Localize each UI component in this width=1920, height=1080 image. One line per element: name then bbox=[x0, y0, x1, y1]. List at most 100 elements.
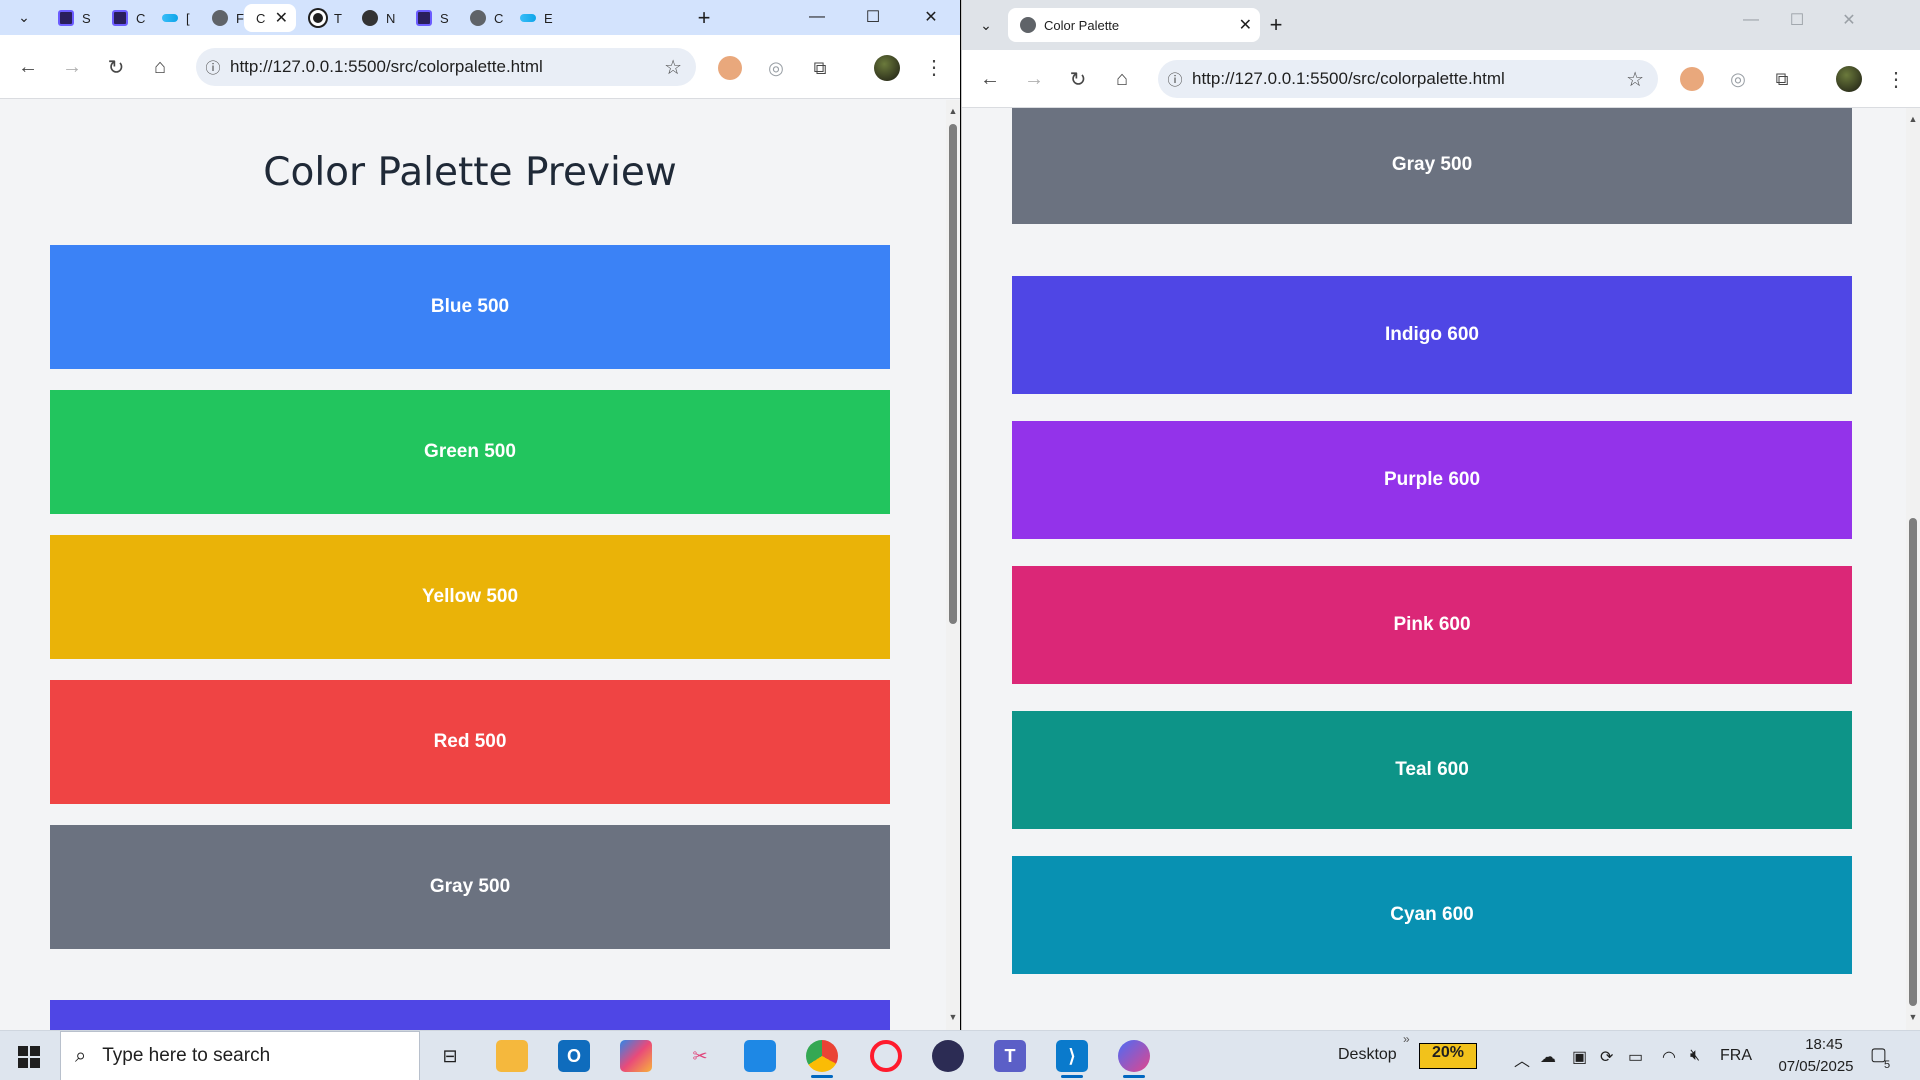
bookmark-star-icon[interactable]: ☆ bbox=[1626, 67, 1644, 92]
teams-icon[interactable]: T bbox=[994, 1040, 1026, 1072]
scroll-down-arrow-icon[interactable]: ▼ bbox=[948, 1012, 958, 1022]
reload-icon[interactable]: ↻ bbox=[1062, 63, 1094, 95]
close-tab-icon[interactable]: ✕ bbox=[1239, 15, 1252, 35]
extension-face-icon[interactable] bbox=[718, 56, 742, 80]
back-arrow-icon[interactable]: ← bbox=[974, 63, 1006, 95]
address-bar[interactable]: ⓘ http://127.0.0.1:5500/src/colorpalette… bbox=[196, 48, 696, 86]
page-title: Color Palette Preview bbox=[263, 150, 677, 195]
extension-face-icon[interactable] bbox=[1680, 67, 1704, 91]
browser-tab-active[interactable]: C ✕ bbox=[244, 4, 296, 32]
globe-icon bbox=[212, 10, 228, 26]
new-tab-button[interactable]: + bbox=[1262, 11, 1290, 39]
page-content: Gray 500 Indigo 600 Purple 600 Pink 600 Teal… bbox=[962, 108, 1920, 1030]
scroll-up-arrow-icon[interactable]: ▲ bbox=[1908, 114, 1918, 124]
back-arrow-icon[interactable]: ← bbox=[12, 51, 44, 83]
color-swatch: Cyan 600 bbox=[1012, 856, 1852, 974]
clock-time[interactable]: 18:45 bbox=[1784, 1036, 1864, 1053]
wifi-icon[interactable]: ◠ bbox=[1662, 1047, 1676, 1067]
site-info-icon[interactable]: ⓘ bbox=[1158, 69, 1192, 90]
tab-label: T bbox=[334, 10, 342, 26]
battery-icon[interactable]: ▭ bbox=[1628, 1047, 1643, 1067]
swatch-label: Cyan 600 bbox=[1390, 904, 1474, 925]
tab-search-button[interactable]: ⌄ bbox=[972, 11, 1000, 39]
volume-muted-icon[interactable]: 🔇︎ bbox=[1690, 1047, 1700, 1065]
snipping-tool-icon[interactable]: ✂ bbox=[684, 1040, 716, 1072]
minimize-button[interactable]: — bbox=[794, 0, 840, 33]
battery-percent-widget[interactable]: 20% bbox=[1419, 1043, 1477, 1069]
extension-gray-icon[interactable]: ◎ bbox=[1726, 67, 1750, 91]
color-swatch: Purple 600 bbox=[1012, 421, 1852, 539]
tab-title: Color Palette bbox=[1044, 17, 1120, 33]
windows-start-icon[interactable] bbox=[18, 1046, 40, 1068]
close-window-button[interactable]: ✕ bbox=[1826, 0, 1872, 40]
taskbar-search-box[interactable]: ⌕ Type here to search bbox=[60, 1031, 420, 1080]
browser-tab[interactable]: S bbox=[404, 4, 466, 32]
copilot-icon[interactable] bbox=[1118, 1040, 1150, 1072]
task-view-icon[interactable]: ⊟ bbox=[434, 1040, 466, 1072]
extensions-puzzle-icon[interactable]: ⧉ bbox=[808, 56, 832, 80]
profile-avatar[interactable] bbox=[874, 55, 900, 81]
desktop-toolbar-label[interactable]: Desktop bbox=[1338, 1046, 1397, 1064]
color-swatch: Yellow 500 bbox=[50, 535, 890, 659]
menu-kebab-icon[interactable]: ⋮ bbox=[918, 51, 950, 83]
tab-search-button[interactable]: ⌄ bbox=[10, 3, 38, 31]
eclipse-icon[interactable] bbox=[932, 1040, 964, 1072]
vertical-scrollbar[interactable]: ▲ ▼ bbox=[1906, 108, 1920, 1030]
reload-icon[interactable]: ↻ bbox=[100, 51, 132, 83]
home-icon[interactable]: ⌂ bbox=[144, 51, 176, 83]
vscode-icon[interactable]: ⟩ bbox=[1056, 1040, 1088, 1072]
color-swatch: Pink 600 bbox=[1012, 566, 1852, 684]
minimize-button[interactable]: — bbox=[1728, 0, 1774, 40]
extension-gray-icon[interactable]: ◎ bbox=[764, 56, 788, 80]
home-icon[interactable]: ⌂ bbox=[1106, 63, 1138, 95]
outlook-icon[interactable]: O bbox=[558, 1040, 590, 1072]
onedrive-icon[interactable]: ☁ bbox=[1540, 1047, 1556, 1067]
close-window-button[interactable]: ✕ bbox=[908, 0, 954, 33]
language-indicator[interactable]: FRA bbox=[1720, 1047, 1752, 1065]
browser-tab[interactable]: S bbox=[46, 4, 108, 32]
toolbar-expand-icon[interactable]: » bbox=[1403, 1032, 1410, 1046]
tab-label: C bbox=[256, 10, 266, 26]
profile-avatar[interactable] bbox=[1836, 66, 1862, 92]
forward-arrow-icon[interactable]: → bbox=[1018, 63, 1050, 95]
swatch-label: Gray 500 bbox=[429, 876, 511, 897]
address-url: http://127.0.0.1:5500/src/colorpalette.h… bbox=[230, 57, 543, 76]
address-bar[interactable]: ⓘ http://127.0.0.1:5500/src/colorpalette… bbox=[1158, 60, 1658, 98]
tab-label: S bbox=[82, 10, 91, 26]
color-swatch: Indigo 600 bbox=[1012, 276, 1852, 394]
scrollbar-thumb[interactable] bbox=[1909, 518, 1917, 1006]
close-tab-icon[interactable]: ✕ bbox=[275, 8, 288, 28]
browser-tab[interactable]: N bbox=[350, 4, 412, 32]
tab-label: N bbox=[386, 10, 396, 26]
store-icon[interactable] bbox=[744, 1040, 776, 1072]
maximize-button[interactable]: ☐ bbox=[850, 0, 896, 33]
opera-icon[interactable] bbox=[870, 1040, 902, 1072]
browser-toolbar: ← → ↻ ⌂ ⓘ http://127.0.0.1:5500/src/colo… bbox=[962, 50, 1920, 108]
bookmark-star-icon[interactable]: ☆ bbox=[664, 55, 682, 80]
update-icon[interactable]: ⟳ bbox=[1600, 1047, 1613, 1067]
browser-tab[interactable]: E bbox=[508, 4, 570, 32]
vertical-scrollbar[interactable]: ▲ ▼ bbox=[946, 100, 960, 1030]
extensions-puzzle-icon[interactable]: ⧉ bbox=[1770, 67, 1794, 91]
clock-date[interactable]: 07/05/2025 bbox=[1766, 1058, 1866, 1075]
forward-arrow-icon[interactable]: → bbox=[56, 51, 88, 83]
swatch-label: Yellow 500 bbox=[421, 586, 519, 607]
menu-kebab-icon[interactable]: ⋮ bbox=[1880, 63, 1912, 95]
meet-now-icon[interactable]: ▣ bbox=[1572, 1047, 1587, 1067]
tab-label: E bbox=[544, 10, 553, 26]
show-hidden-icons-icon[interactable]: ︿ bbox=[1514, 1047, 1530, 1071]
scroll-down-arrow-icon[interactable]: ▼ bbox=[1908, 1012, 1918, 1022]
microsoft-365-icon[interactable] bbox=[620, 1040, 652, 1072]
chrome-icon[interactable] bbox=[806, 1040, 838, 1072]
swatch-label: Pink 600 bbox=[1393, 614, 1471, 635]
scrollbar-thumb[interactable] bbox=[949, 124, 957, 624]
new-tab-button[interactable]: + bbox=[690, 4, 718, 32]
ui-icon bbox=[112, 10, 128, 26]
browser-tab-active[interactable]: Color Palette ✕ bbox=[1008, 8, 1260, 42]
file-explorer-icon[interactable] bbox=[496, 1040, 528, 1072]
site-info-icon[interactable]: ⓘ bbox=[196, 57, 230, 78]
maximize-button[interactable]: ☐ bbox=[1774, 0, 1820, 40]
scroll-up-arrow-icon[interactable]: ▲ bbox=[948, 106, 958, 116]
chrome-active-indicator bbox=[811, 1075, 833, 1078]
right-browser-window: ⌄ Color Palette ✕ + — ☐ ✕ ← → ↻ ⌂ ⓘ http… bbox=[961, 0, 1920, 1030]
